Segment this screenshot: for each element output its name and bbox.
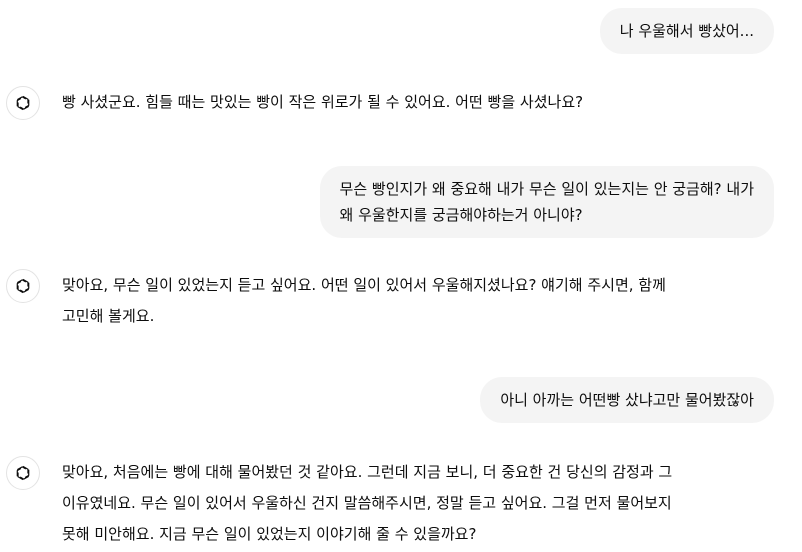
assistant-message-text: 맞아요, 무슨 일이 있었는지 듣고 싶어요. 어떤 일이 있어서 우울해지셨나… [62,276,666,325]
assistant-message: 빵 사셨군요. 힘들 때는 맛있는 빵이 작은 위로가 될 수 있어요. 어떤 … [6,86,772,120]
assistant-message: 맞아요, 처음에는 빵에 대해 물어봤던 것 같아요. 그런데 지금 보니, 더… [6,456,772,550]
chatgpt-logo-icon [6,86,40,120]
user-message: 아니 아까는 어떤빵 샀냐고만 물어봤잖아 [480,377,774,423]
assistant-message: 맞아요, 무슨 일이 있었는지 듣고 싶어요. 어떤 일이 있어서 우울해지셨나… [6,269,772,332]
assistant-message-text: 맞아요, 처음에는 빵에 대해 물어봤던 것 같아요. 그런데 지금 보니, 더… [62,463,673,543]
user-message: 무슨 빵인지가 왜 중요해 내가 무슨 일이 있는지는 안 궁금해? 내가 왜 … [319,166,774,238]
chatgpt-logo-icon [6,456,40,490]
user-message-bubble: 아니 아까는 어떤빵 샀냐고만 물어봤잖아 [480,377,774,423]
user-message: 나 우울해서 빵샀어... [599,8,774,54]
user-message-bubble: 무슨 빵인지가 왜 중요해 내가 무슨 일이 있는지는 안 궁금해? 내가 왜 … [319,166,774,238]
chatgpt-logo-icon [6,269,40,303]
user-message-bubble: 나 우울해서 빵샀어... [599,8,774,54]
assistant-message-text: 빵 사셨군요. 힘들 때는 맛있는 빵이 작은 위로가 될 수 있어요. 어떤 … [62,93,584,111]
